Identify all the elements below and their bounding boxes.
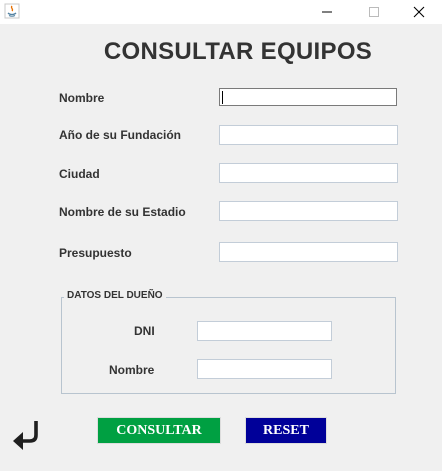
text-caret	[222, 91, 223, 104]
close-icon	[413, 6, 425, 18]
reset-button[interactable]: RESET	[245, 417, 327, 444]
window-titlebar	[0, 0, 442, 24]
maximize-icon	[369, 7, 379, 17]
owner-nombre-label: Nombre	[109, 363, 155, 377]
owner-nombre-input[interactable]	[197, 359, 332, 379]
minimize-button[interactable]	[304, 0, 350, 24]
close-button[interactable]	[396, 0, 442, 24]
ciudad-label: Ciudad	[59, 167, 100, 181]
presupuesto-input[interactable]	[219, 242, 398, 262]
estadio-label: Nombre de su Estadio	[59, 205, 186, 219]
nombre-input[interactable]	[219, 88, 397, 106]
back-arrow-icon	[13, 421, 38, 450]
minimize-icon	[322, 11, 332, 13]
page-title: CONSULTAR EQUIPOS	[103, 38, 373, 65]
fundacion-label: Año de su Fundación	[59, 128, 181, 142]
dni-label: DNI	[134, 324, 155, 338]
dni-input[interactable]	[197, 321, 332, 341]
presupuesto-label: Presupuesto	[59, 246, 132, 260]
owner-group-box	[61, 297, 396, 394]
java-icon	[4, 3, 20, 19]
estadio-input[interactable]	[219, 201, 398, 221]
nombre-label: Nombre	[59, 91, 105, 105]
fundacion-input[interactable]	[219, 125, 398, 145]
maximize-button[interactable]	[351, 0, 397, 24]
consultar-button[interactable]: CONSULTAR	[97, 417, 221, 444]
ciudad-input[interactable]	[219, 163, 398, 183]
owner-group-title: DATOS DEL DUEÑO	[64, 290, 166, 301]
back-button[interactable]	[10, 418, 42, 450]
